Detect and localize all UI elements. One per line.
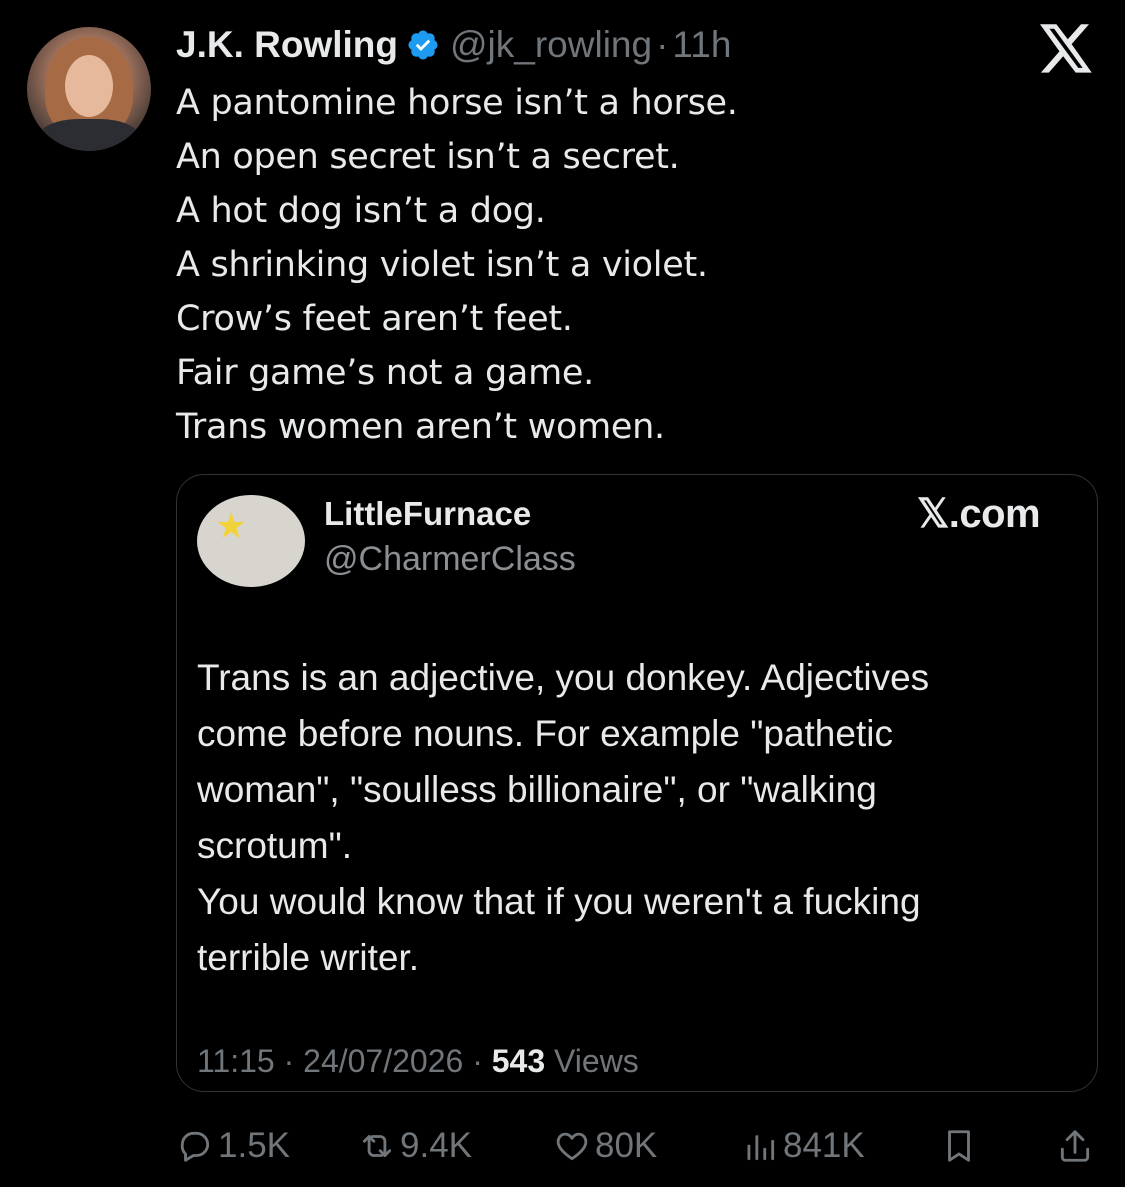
author-display-name[interactable]: J.K. Rowling bbox=[176, 24, 398, 66]
quoted-tweet-meta: 11:15 · 24/07/2026 · 543 Views bbox=[197, 1043, 639, 1080]
x-com-logo: 𝕏.com bbox=[917, 492, 1041, 536]
tweet-line: Trans women aren’t women. bbox=[176, 407, 665, 447]
tweet-text: A pantomine horse isn’t a horse. An open… bbox=[176, 76, 1076, 454]
bookmark-icon bbox=[948, 1130, 970, 1162]
quoted-line: woman", "soulless billionaire", or "walk… bbox=[197, 769, 877, 810]
tweet-line: A pantomine horse isn’t a horse. bbox=[176, 83, 738, 123]
tweet-time[interactable]: 11h bbox=[672, 24, 731, 66]
repost-icon bbox=[362, 1135, 392, 1157]
tweet-line: Fair game’s not a game. bbox=[176, 353, 594, 393]
action-bar: 1.5K 9.4K 80K 841K bbox=[0, 1118, 1125, 1174]
reply-count: 1.5K bbox=[218, 1126, 290, 1165]
views-button[interactable]: 841K bbox=[741, 1118, 865, 1174]
quoted-line: scrotum". bbox=[197, 825, 352, 866]
author-handle[interactable]: @jk_rowling bbox=[450, 24, 652, 66]
views-count: 841K bbox=[783, 1126, 865, 1165]
quoted-line: come before nouns. For example "pathetic bbox=[197, 713, 893, 754]
quoted-views-count: 543 bbox=[491, 1043, 546, 1079]
quoted-line: Trans is an adjective, you donkey. Adjec… bbox=[197, 657, 930, 698]
quoted-author-name[interactable]: LittleFurnace bbox=[324, 495, 531, 533]
author-avatar[interactable] bbox=[27, 27, 151, 151]
star-icon: ★ bbox=[215, 506, 248, 547]
like-button[interactable]: 80K bbox=[553, 1118, 657, 1174]
tweet: J.K. Rowling @jk_rowling · 11h A pantomi… bbox=[0, 0, 1125, 1187]
views-chart-icon bbox=[747, 1135, 775, 1161]
quoted-line: You would know that if you weren't a fuc… bbox=[197, 881, 921, 922]
reply-button[interactable]: 1.5K bbox=[176, 1118, 290, 1174]
bookmark-button[interactable] bbox=[940, 1118, 982, 1174]
tweet-header: J.K. Rowling @jk_rowling · 11h bbox=[176, 20, 731, 70]
like-count: 80K bbox=[595, 1126, 658, 1165]
share-button[interactable] bbox=[1056, 1118, 1098, 1174]
verified-badge-icon bbox=[408, 30, 438, 60]
repost-count: 9.4K bbox=[400, 1126, 472, 1165]
x-logo-icon bbox=[1040, 24, 1092, 73]
quoted-tweet-text: Trans is an adjective, you donkey. Adjec… bbox=[197, 650, 1077, 986]
heart-icon bbox=[556, 1132, 588, 1161]
quoted-tweet-card[interactable]: ★ LittleFurnace @CharmerClass 𝕏.com Tran… bbox=[176, 474, 1098, 1092]
share-icon bbox=[1060, 1130, 1090, 1162]
repost-button[interactable]: 9.4K bbox=[358, 1118, 472, 1174]
quoted-author-avatar[interactable]: ★ bbox=[197, 495, 305, 587]
tweet-line: Crow’s feet aren’t feet. bbox=[176, 299, 573, 339]
quoted-timestamp: 11:15 · 24/07/2026 · bbox=[197, 1043, 492, 1079]
reply-icon bbox=[180, 1131, 210, 1162]
tweet-line: An open secret isn’t a secret. bbox=[176, 137, 680, 177]
quoted-line: terrible writer. bbox=[197, 937, 420, 978]
tweet-line: A shrinking violet isn’t a violet. bbox=[176, 245, 708, 285]
quoted-views-label: Views bbox=[545, 1043, 639, 1079]
header-separator: · bbox=[656, 24, 669, 65]
quoted-author-handle[interactable]: @CharmerClass bbox=[324, 540, 576, 579]
tweet-line: A hot dog isn’t a dog. bbox=[176, 191, 546, 231]
